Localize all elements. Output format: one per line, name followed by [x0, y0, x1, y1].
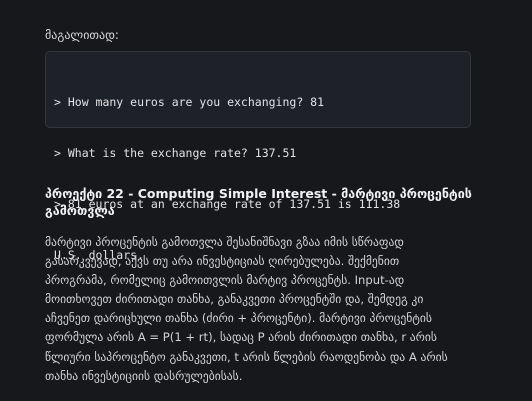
- paragraph-line: მოითხოვეთ ძირითადი თანხა, განაკვეთი პროც…: [45, 292, 424, 307]
- code-line: > How many euros are you exchanging? 81: [54, 95, 325, 109]
- paragraph-line: აჩვენეთ დარიცხული თანხა (ძირი + პროცენტი…: [45, 311, 432, 326]
- paragraph-line: წლიური საპროცენტო განაკვეთი, t არის წლებ…: [45, 349, 448, 364]
- paragraph-line: გასარკვევად, აქვს თუ არა ინვესტიციას ღირ…: [45, 254, 400, 269]
- heading-line: პროექტი 22 - Computing Simple Interest -…: [45, 186, 472, 201]
- paragraph-line: ფორმულა არის A = P(1 + rt), სადაც P არის…: [45, 330, 437, 345]
- paragraph-line: თანხა ინვესტიციის დასრულებისას.: [45, 368, 243, 383]
- paragraph-line: მარტივი პროცენტის გამოთვლა შესანიშნავი გ…: [45, 235, 404, 249]
- paragraph-line: პროგრამა, რომელიც გამოითვლის მარტივ პროც…: [45, 273, 405, 288]
- example-label: მაგალითად:: [45, 28, 119, 42]
- document-page: მაგალითად: > How many euros are you exch…: [0, 0, 532, 401]
- heading-line: გამოთვლა: [45, 203, 115, 218]
- section-paragraph: მარტივი პროცენტის გამოთვლა შესანიშნავი გ…: [45, 233, 487, 386]
- code-line: > What is the exchange rate? 137.51: [54, 146, 297, 160]
- section-heading: პროექტი 22 - Computing Simple Interest -…: [45, 185, 485, 219]
- code-example-block: > How many euros are you exchanging? 81 …: [45, 51, 471, 262]
